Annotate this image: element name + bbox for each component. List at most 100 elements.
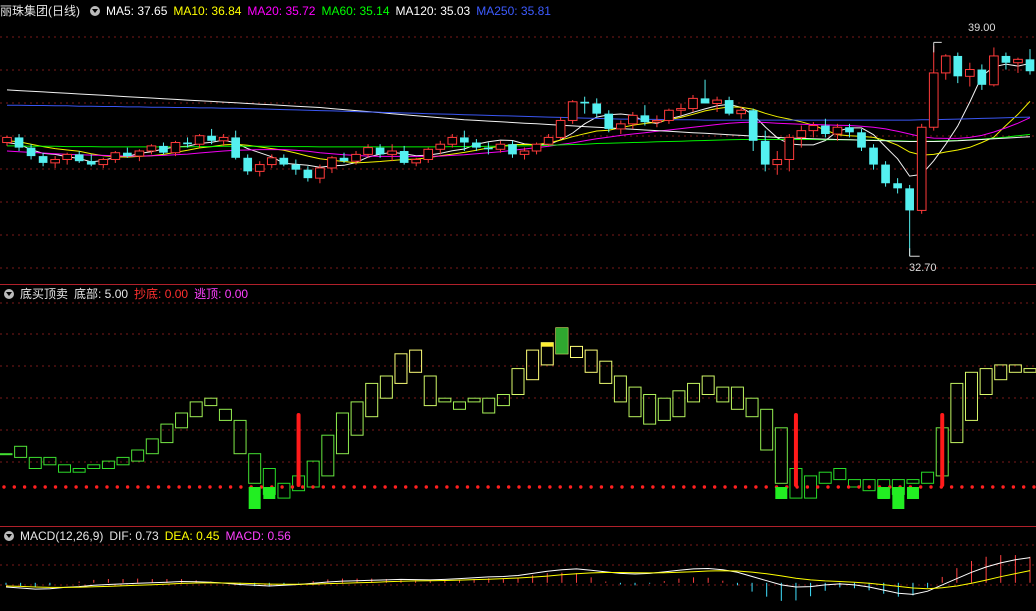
candle-body-2	[26, 147, 36, 157]
baseline-dot	[465, 485, 470, 489]
baseline-dot	[393, 485, 398, 489]
candle-body-39	[472, 142, 481, 148]
baseline-dot	[228, 485, 233, 489]
candle-body-42	[508, 144, 517, 155]
baseline-dot	[949, 485, 954, 489]
indicator-bar-53	[774, 427, 788, 484]
indicator-bar-65	[950, 382, 964, 444]
panel-menu-icon[interactable]	[90, 6, 100, 16]
candle-body-18	[218, 136, 229, 142]
indicator-bar-11	[160, 423, 174, 444]
baseline-dot	[579, 485, 583, 489]
kline-chart[interactable]	[0, 0, 1036, 611]
candle-body-63	[760, 140, 770, 165]
indicator-bar-5	[72, 468, 86, 473]
candle-body-37	[447, 136, 458, 145]
baseline-dot	[342, 485, 346, 489]
candle-body-62	[748, 110, 758, 141]
candle-body-30	[363, 147, 373, 155]
baseline-dot	[661, 485, 665, 489]
macd-line-dif	[5, 557, 1031, 595]
baseline-dot	[33, 485, 37, 489]
candle-body-45	[543, 136, 554, 145]
low-price-label: 32.70	[909, 262, 937, 274]
baseline-dot	[321, 485, 325, 489]
baseline-dot	[640, 485, 645, 489]
baseline-dot	[537, 485, 542, 489]
baseline-dot	[671, 485, 676, 489]
baseline-dot	[1011, 485, 1016, 489]
indicator-bar-27	[394, 353, 408, 384]
indicator-bar-43	[628, 386, 642, 418]
candle-body-84	[1013, 58, 1023, 64]
baseline-dot	[311, 485, 315, 489]
indicator-panel-header: 底买顶卖 底部: 5.00 抄底: 0.00 逃顶: 0.00	[0, 285, 248, 303]
candle-body-23	[279, 157, 289, 165]
indicator-bar-35	[511, 368, 525, 396]
baseline-dot	[280, 485, 284, 489]
baseline-dot	[929, 485, 933, 489]
indicator-menu-icon[interactable]	[4, 289, 14, 299]
indicator-bar-25	[365, 382, 379, 418]
candle-body-48	[580, 101, 590, 104]
indicator-bar-14	[204, 397, 218, 407]
baseline-dot	[651, 485, 655, 489]
candle-body-25	[303, 169, 313, 179]
candle-body-79	[953, 55, 963, 77]
candle-body-21	[254, 164, 265, 172]
baseline-dot	[857, 485, 861, 489]
indicator-title[interactable]: 底买顶卖	[20, 285, 68, 303]
indicator-bar-56	[818, 471, 832, 484]
candle-body-51	[615, 123, 626, 130]
baseline-dot	[434, 485, 439, 489]
baseline-dot	[816, 485, 820, 489]
candle-body-58	[700, 98, 710, 104]
baseline-dot	[424, 485, 428, 489]
indicator-bar-19	[277, 482, 291, 499]
candle-body-28	[339, 157, 349, 162]
candle-body-78	[940, 55, 951, 74]
indicator-bar-9	[131, 449, 145, 462]
baseline-dot	[610, 485, 614, 489]
baseline-dot	[12, 485, 16, 489]
baseline-dot	[177, 485, 181, 489]
candle-body-53	[640, 115, 650, 123]
dip-block-1	[263, 487, 276, 499]
baseline-dot	[589, 485, 593, 489]
indicator-bar-31	[452, 401, 466, 410]
baseline-dot	[723, 485, 727, 489]
ma-legend-item-0: MA5: 37.65	[106, 4, 168, 18]
baseline-dot	[125, 485, 130, 489]
indicator-legend-item-2: 逃顶: 0.00	[194, 287, 249, 301]
baseline-dot	[805, 485, 810, 489]
baseline-dot	[331, 485, 336, 489]
baseline-dot	[754, 485, 758, 489]
stock-title[interactable]: 丽珠集团(日线)	[0, 2, 80, 20]
baseline-dot	[764, 485, 768, 489]
candle-body-46	[555, 119, 566, 138]
candle-body-52	[628, 114, 638, 125]
candle-body-0	[2, 136, 12, 144]
baseline-dot	[507, 485, 511, 489]
indicator-bar-10	[145, 438, 159, 455]
candle-body-10	[123, 152, 132, 157]
candle-body-31	[375, 147, 385, 155]
indicator-bar-63	[921, 471, 935, 484]
baseline-dot	[568, 485, 573, 489]
candle-body-60	[724, 100, 734, 114]
candle-body-74	[893, 183, 902, 189]
ma-legend: MA5: 37.65 MA10: 36.84 MA20: 35.72 MA60: 35…	[106, 2, 551, 20]
macd-title[interactable]: MACD(12,26,9)	[20, 527, 103, 545]
candle-body-56	[676, 108, 686, 111]
baseline-dot	[105, 485, 109, 489]
macd-menu-icon[interactable]	[4, 531, 14, 541]
candle-body-32	[387, 150, 397, 155]
baseline-dot	[64, 485, 68, 489]
candle-body-75	[905, 188, 914, 211]
candle-body-17	[207, 135, 216, 141]
indicator-bar-15	[218, 408, 232, 421]
macd-legend-item-0: DIF: 0.73	[109, 529, 159, 543]
candle-body-54	[652, 119, 662, 123]
baseline-dot	[156, 485, 161, 489]
high-price-label: 39.00	[968, 22, 996, 34]
